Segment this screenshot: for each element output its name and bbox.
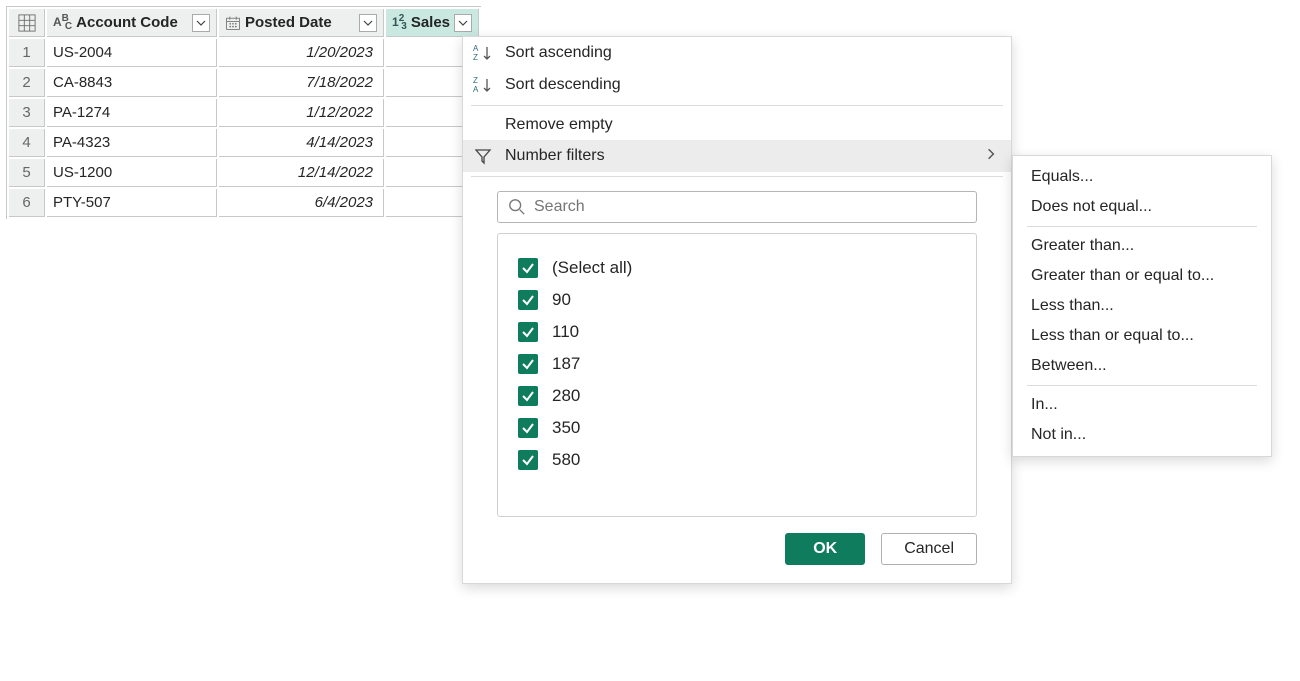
ok-button[interactable]: OK (785, 533, 865, 565)
text-type-icon: ABC (53, 13, 72, 32)
menu-label: Remove empty (505, 116, 997, 134)
value-checkbox[interactable]: 90 (518, 284, 956, 316)
menu-label: Sort ascending (505, 44, 997, 62)
number-filter-option[interactable]: Greater than... (1013, 231, 1271, 261)
cell-account[interactable]: US-1200 (47, 159, 217, 187)
checkbox-checked-icon (518, 418, 538, 438)
sort-asc-icon: AZ (471, 43, 495, 63)
filter-toggle[interactable] (359, 14, 377, 32)
checkbox-checked-icon (518, 354, 538, 374)
svg-text:Z: Z (473, 53, 478, 62)
select-all-checkbox[interactable]: (Select all) (518, 252, 956, 284)
separator (1027, 385, 1257, 386)
checkbox-label: 110 (552, 322, 579, 342)
value-checkbox[interactable]: 110 (518, 316, 956, 348)
column-header-date[interactable]: Posted Date (219, 9, 384, 37)
chevron-right-icon (985, 147, 997, 165)
row-number[interactable]: 3 (9, 99, 45, 127)
chevron-down-icon (363, 18, 373, 28)
column-filter-flyout: AZ Sort ascending ZA Sort descending Rem… (462, 36, 1012, 584)
cell-date[interactable]: 1/12/2022 (219, 99, 384, 127)
checkbox-label: 580 (552, 450, 580, 470)
cell-account[interactable]: PA-4323 (47, 129, 217, 157)
column-label: Sales (411, 14, 450, 31)
search-box[interactable] (497, 191, 977, 223)
row-number[interactable]: 1 (9, 39, 45, 67)
value-checkbox[interactable]: 580 (518, 444, 956, 476)
cell-account[interactable]: PTY-507 (47, 189, 217, 217)
number-filter-option[interactable]: In... (1013, 390, 1271, 420)
svg-text:A: A (473, 85, 479, 94)
cell-date[interactable]: 1/20/2023 (219, 39, 384, 67)
column-header-sales[interactable]: 123 Sales (386, 9, 479, 37)
column-header-account[interactable]: ABC Account Code (47, 9, 217, 37)
data-grid: ABC Account Code Posted Date (6, 6, 481, 219)
checkbox-label: (Select all) (552, 258, 632, 278)
search-input[interactable] (534, 198, 966, 216)
chevron-down-icon (196, 18, 206, 28)
row-number[interactable]: 4 (9, 129, 45, 157)
value-checkbox[interactable]: 280 (518, 380, 956, 412)
cell-account[interactable]: US-2004 (47, 39, 217, 67)
checkbox-label: 187 (552, 354, 580, 374)
cell-date[interactable]: 12/14/2022 (219, 159, 384, 187)
sort-desc-icon: ZA (471, 75, 495, 95)
select-all-cell[interactable] (9, 9, 45, 37)
value-checkbox[interactable]: 187 (518, 348, 956, 380)
checkbox-checked-icon (518, 386, 538, 406)
number-filter-option[interactable]: Not in... (1013, 420, 1271, 450)
separator (1027, 226, 1257, 227)
separator (471, 105, 1003, 106)
svg-text:Z: Z (473, 76, 478, 85)
number-filters-item[interactable]: Number filters (463, 140, 1011, 172)
remove-empty-item[interactable]: Remove empty (463, 110, 1011, 140)
checkbox-label: 280 (552, 386, 580, 406)
number-filter-option[interactable]: Between... (1013, 351, 1271, 381)
checkbox-checked-icon (518, 450, 538, 470)
number-filter-option[interactable]: Equals... (1013, 162, 1271, 192)
filter-toggle[interactable] (192, 14, 210, 32)
cell-account[interactable]: PA-1274 (47, 99, 217, 127)
checkbox-checked-icon (518, 290, 538, 310)
number-filter-option[interactable]: Does not equal... (1013, 192, 1271, 222)
sort-ascending-item[interactable]: AZ Sort ascending (463, 37, 1011, 69)
cancel-button[interactable]: Cancel (881, 533, 977, 565)
row-number[interactable]: 2 (9, 69, 45, 97)
checkbox-checked-icon (518, 258, 538, 278)
value-checkbox[interactable]: 350 (518, 412, 956, 444)
sort-descending-item[interactable]: ZA Sort descending (463, 69, 1011, 101)
number-filter-option[interactable]: Less than or equal to... (1013, 321, 1271, 351)
column-label: Posted Date (245, 14, 355, 31)
number-filters-submenu: Equals...Does not equal... Greater than..… (1012, 155, 1272, 457)
column-label: Account Code (76, 14, 188, 31)
number-filter-option[interactable]: Greater than or equal to... (1013, 261, 1271, 291)
svg-text:A: A (473, 44, 479, 53)
table-icon (18, 14, 36, 32)
filter-value-list: (Select all) 90 110 187 280 350 580 (497, 233, 977, 517)
funnel-icon (471, 146, 495, 166)
checkbox-checked-icon (518, 322, 538, 342)
filter-toggle[interactable] (454, 14, 472, 32)
search-icon (508, 198, 526, 216)
cell-date[interactable]: 6/4/2023 (219, 189, 384, 217)
row-number[interactable]: 5 (9, 159, 45, 187)
menu-label: Sort descending (505, 76, 997, 94)
separator (471, 176, 1003, 177)
checkbox-label: 350 (552, 418, 580, 438)
row-number[interactable]: 6 (9, 189, 45, 217)
checkbox-label: 90 (552, 290, 571, 310)
number-type-icon: 123 (392, 13, 407, 32)
chevron-down-icon (458, 18, 468, 28)
cell-account[interactable]: CA-8843 (47, 69, 217, 97)
number-filter-option[interactable]: Less than... (1013, 291, 1271, 321)
calendar-icon (225, 15, 241, 31)
menu-label: Number filters (505, 147, 975, 165)
cell-date[interactable]: 4/14/2023 (219, 129, 384, 157)
cell-date[interactable]: 7/18/2022 (219, 69, 384, 97)
